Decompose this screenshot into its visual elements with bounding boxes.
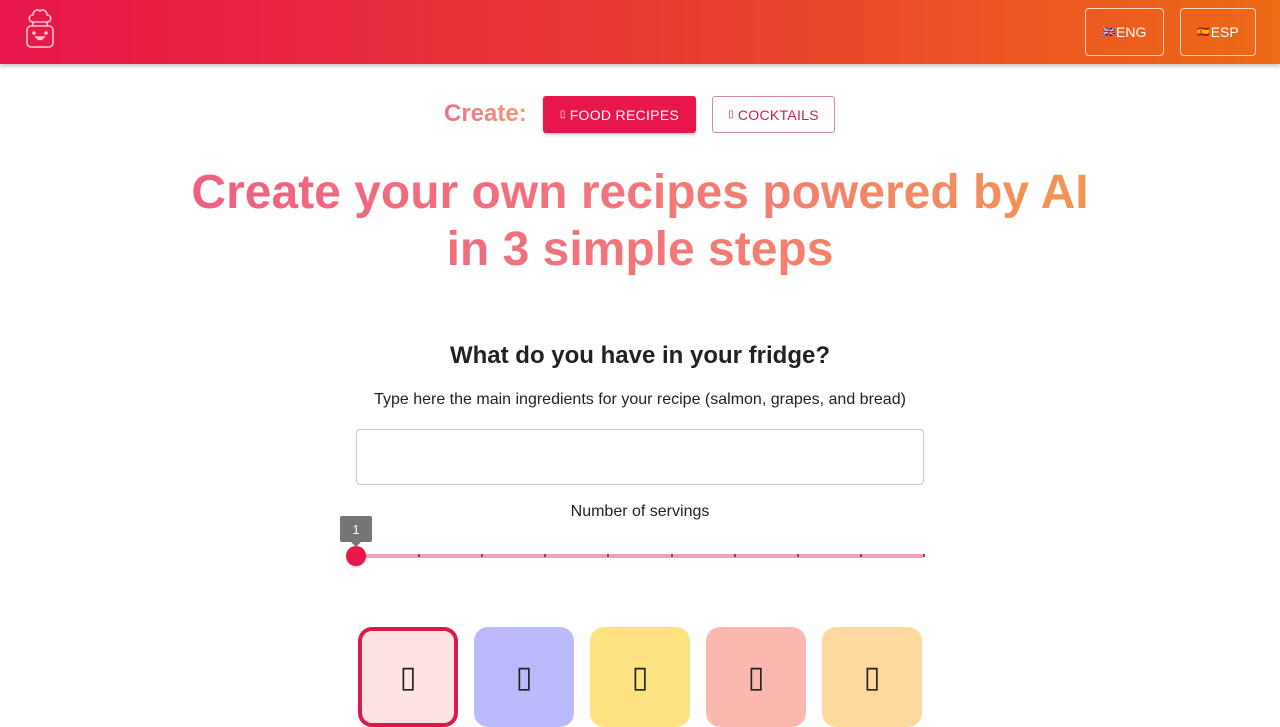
category-card-5[interactable]: ▯ — [822, 627, 922, 727]
language-eng-button[interactable]: 🇬🇧 ENG — [1085, 8, 1164, 56]
slider-tick — [418, 554, 421, 557]
uk-flag-icon: 🇬🇧 — [1102, 26, 1115, 38]
category-icon-2: ▯ — [515, 659, 533, 695]
hero-title: Create your own recipes powered by AI in… — [191, 166, 1089, 276]
slider-track[interactable] — [356, 554, 924, 558]
cocktails-button[interactable]: ▯ COCKTAILS — [712, 96, 835, 133]
category-icon-1: ▯ — [399, 659, 417, 695]
language-esp-label: ESP — [1210, 24, 1239, 40]
spain-flag-icon: 🇪🇸 — [1197, 26, 1209, 38]
slider-tick — [670, 554, 673, 557]
category-icon-4: ▯ — [747, 659, 765, 695]
slider-tick — [733, 554, 736, 557]
slider-tick — [796, 554, 799, 557]
slider-tick — [923, 554, 925, 557]
fridge-description: Type here the main ingredients for your … — [374, 391, 906, 408]
language-eng-label: ENG — [1116, 24, 1147, 40]
slider-tick — [481, 554, 484, 557]
language-esp-button[interactable]: 🇪🇸 ESP — [1180, 8, 1256, 56]
utensils-icon: ▯ — [559, 109, 566, 120]
slider-tick — [607, 554, 610, 557]
ingredients-input[interactable] — [356, 429, 924, 485]
slider-tick — [544, 554, 547, 557]
slider-thumb[interactable]: 1 — [340, 516, 372, 566]
navbar: 🇬🇧 ENG 🇪🇸 ESP — [0, 0, 1280, 64]
fridge-title: What do you have in your fridge? — [449, 342, 830, 369]
servings-slider[interactable]: 1 — [340, 516, 932, 574]
category-card-4[interactable]: ▯ — [706, 627, 806, 727]
category-card-2[interactable]: ▯ — [474, 627, 574, 727]
category-card-3[interactable]: ▯ — [590, 627, 690, 727]
category-card-1[interactable]: ▯ — [358, 627, 458, 727]
food-recipes-label: FOOD RECIPES — [569, 106, 680, 123]
slider-value-tooltip: 1 — [340, 516, 372, 547]
slider-tick — [859, 554, 862, 557]
cocktails-label: COCKTAILS — [737, 106, 819, 123]
servings-label: Number of servings — [570, 503, 710, 520]
create-label: Create: — [444, 100, 527, 127]
category-icon-3: ▯ — [631, 659, 649, 695]
category-icon-5: ▯ — [863, 659, 881, 695]
food-recipes-button[interactable]: ▯ FOOD RECIPES — [543, 96, 696, 133]
create-mode-selector: Create: ▯ FOOD RECIPES ▯ COCKTAILS — [0, 96, 1280, 133]
chef-robot-logo-icon[interactable] — [24, 8, 56, 50]
category-selector: ▯ ▯ ▯ ▯ ▯ — [0, 627, 1280, 727]
cocktail-icon: ▯ — [728, 109, 734, 120]
